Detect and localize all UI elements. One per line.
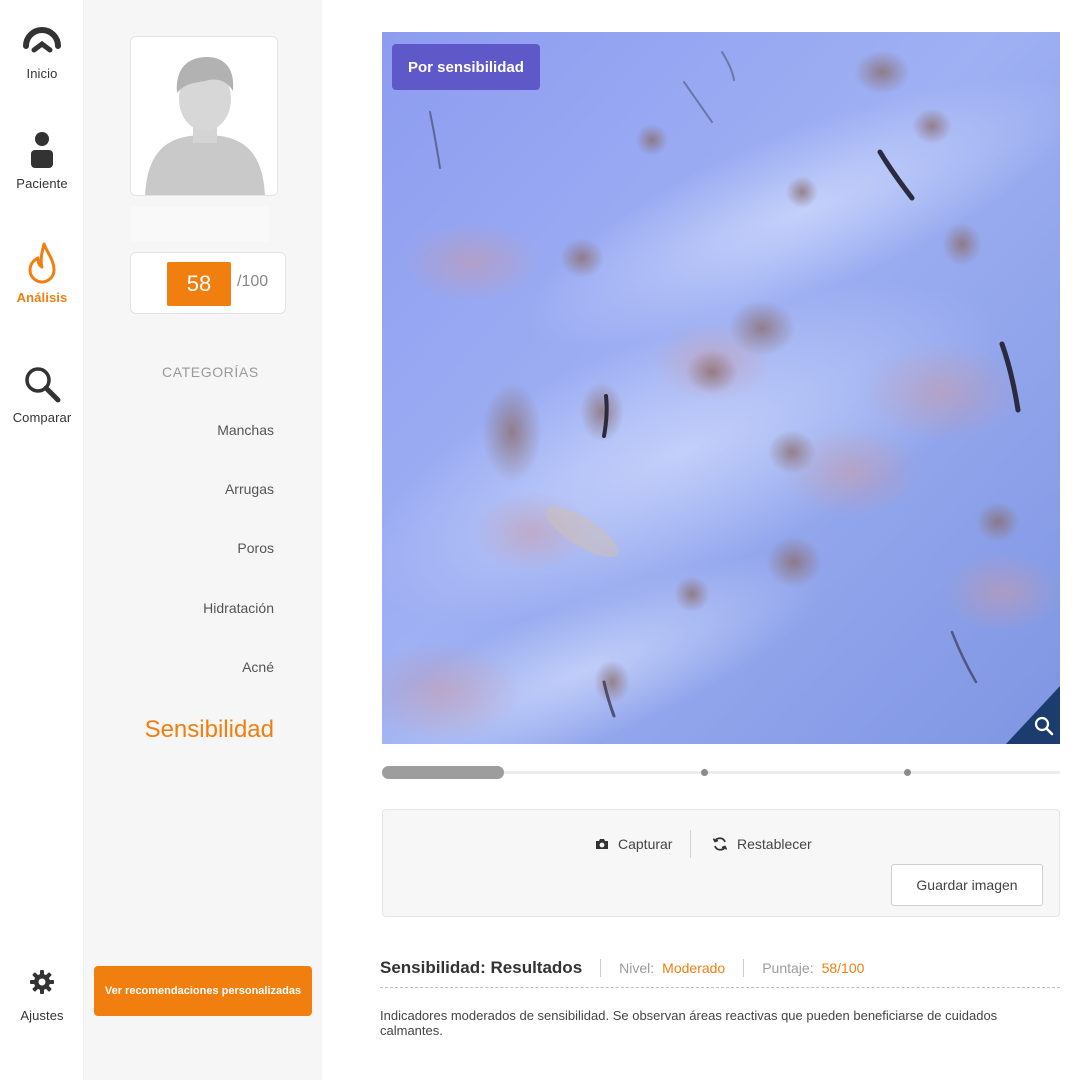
score-max: /100 <box>237 273 269 290</box>
main-nav: Inicio Paciente Análisis Comparar Ajuste… <box>0 0 84 1080</box>
mode-badge[interactable]: Por sensibilidad <box>392 44 540 90</box>
nav-label: Inicio <box>26 66 58 81</box>
nav-label: Ajustes <box>20 1008 64 1023</box>
capture-button[interactable]: Capturar <box>595 832 672 856</box>
results-description: Indicadores moderados de sensibilidad. S… <box>380 1008 998 1038</box>
reset-button[interactable]: Restablecer <box>712 832 812 856</box>
capture-toolbar: Capturar Restablecer Guardar imagen <box>382 809 1060 917</box>
nav-label: Comparar <box>12 410 72 425</box>
score-value: 58 <box>167 262 231 306</box>
slider-thumb[interactable] <box>382 766 504 779</box>
category-arrugas[interactable]: Arrugas <box>225 481 274 497</box>
recommendations-button[interactable]: Ver recomendaciones personalizadas <box>94 966 312 1016</box>
results-divider <box>600 958 602 977</box>
home-arc-icon <box>20 18 64 62</box>
gear-icon <box>20 960 64 1004</box>
results-title: Sensibilidad: Resultados <box>380 957 583 977</box>
magnifier-icon <box>20 362 64 406</box>
refresh-icon <box>712 837 728 851</box>
reset-label: Restablecer <box>737 836 812 852</box>
slider-tick[interactable] <box>701 769 708 776</box>
analysis-panel: 58 /100 CATEGORÍAS Manchas Arrugas Poros… <box>84 0 322 1080</box>
results-header: Sensibilidad: Resultados Nivel: Moderado… <box>380 948 1060 988</box>
capture-label: Capturar <box>618 836 673 852</box>
category-poros[interactable]: Poros <box>237 540 274 556</box>
image-slider[interactable] <box>382 764 1060 782</box>
category-sensibilidad[interactable]: Sensibilidad <box>145 716 274 744</box>
level-label: Nivel: <box>619 959 655 976</box>
avatar-placeholder-icon <box>145 57 265 195</box>
skin-uv-image <box>382 32 1060 744</box>
user-icon <box>20 128 64 172</box>
category-hidratacion[interactable]: Hidratación <box>203 600 274 616</box>
results-score-value: 58/100 <box>821 959 865 976</box>
score-label: Puntaje: <box>762 959 814 976</box>
results-section: Sensibilidad: Resultados Nivel: Moderado… <box>380 948 1060 1038</box>
camera-icon <box>596 839 608 849</box>
nav-label: Análisis <box>16 290 68 305</box>
nav-item-inicio[interactable]: Inicio <box>0 18 84 81</box>
nav-item-paciente[interactable]: Paciente <box>0 128 84 191</box>
patient-name-placeholder <box>130 206 270 242</box>
nav-item-ajustes[interactable]: Ajustes <box>0 960 84 1023</box>
zoom-icon <box>1006 686 1060 744</box>
score-card: 58 /100 <box>130 252 286 314</box>
save-image-button[interactable]: Guardar imagen <box>891 864 1043 906</box>
nav-item-comparar[interactable]: Comparar <box>0 362 84 425</box>
toolbar-divider <box>690 830 691 858</box>
slider-tick[interactable] <box>904 769 911 776</box>
nav-label: Paciente <box>16 176 68 191</box>
zoom-button[interactable] <box>1006 686 1060 744</box>
level-value: Moderado <box>662 959 726 976</box>
category-acne[interactable]: Acné <box>242 659 274 675</box>
avatar <box>130 36 278 196</box>
nav-item-analisis[interactable]: Análisis <box>0 242 84 305</box>
skin-image-viewer[interactable]: Por sensibilidad <box>382 32 1060 744</box>
category-manchas[interactable]: Manchas <box>217 422 274 438</box>
results-divider <box>743 958 745 977</box>
flame-icon <box>20 242 64 286</box>
categories-title: CATEGORÍAS <box>162 364 259 380</box>
